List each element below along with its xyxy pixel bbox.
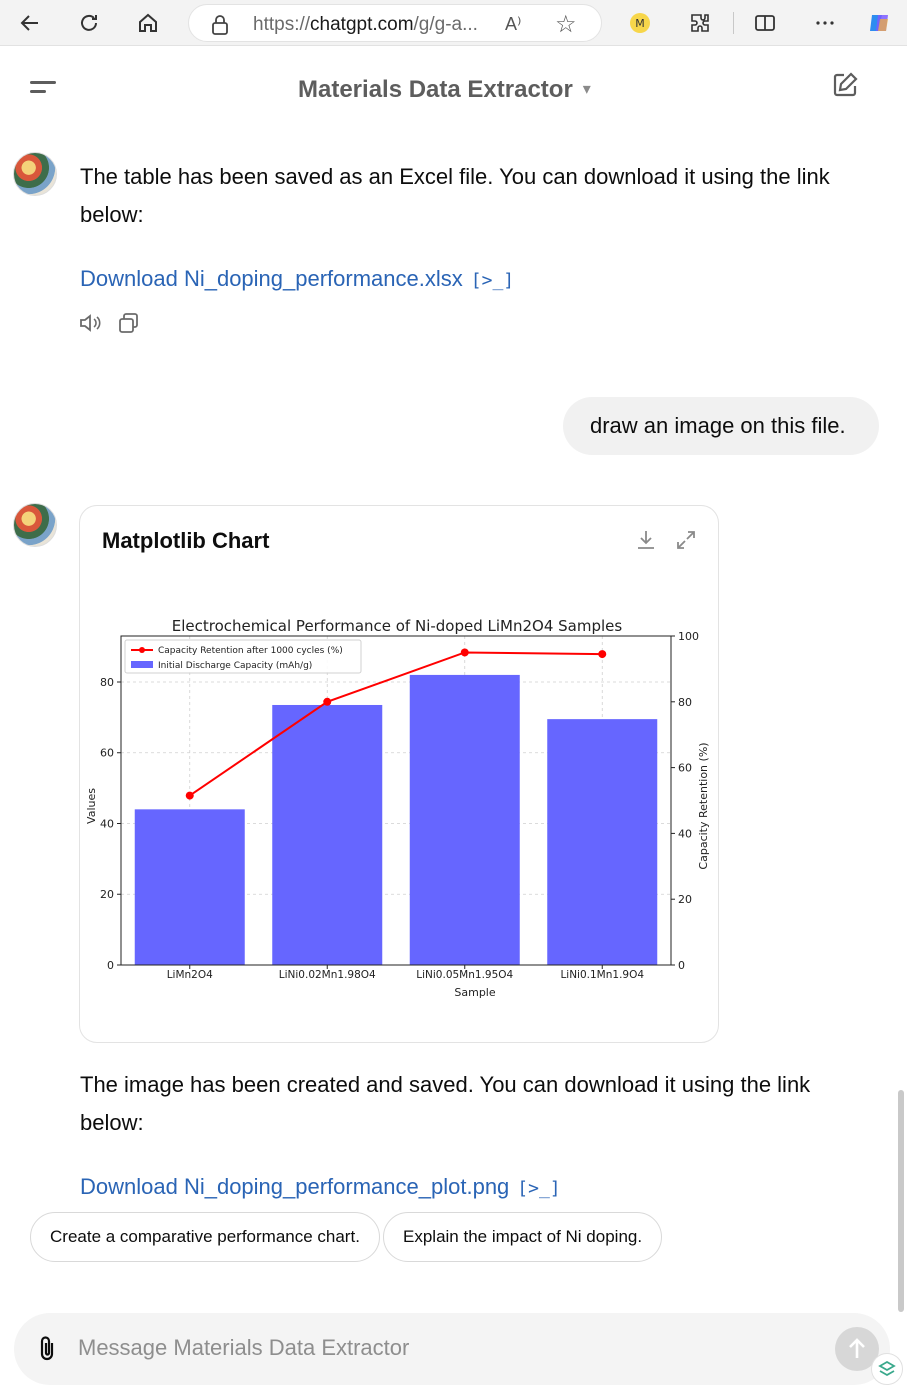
- extension-badge-icon[interactable]: M: [626, 9, 654, 37]
- read-aloud-speaker-icon[interactable]: [78, 312, 102, 334]
- code-interpreter-icon[interactable]: [>_]: [517, 1178, 560, 1199]
- legend-bar-swatch: [131, 661, 153, 668]
- message-composer[interactable]: Message Materials Data Extractor: [14, 1313, 890, 1385]
- x-tick-label: LiMn2O4: [167, 969, 213, 981]
- chart-ylabel: Values: [85, 788, 98, 824]
- scrollbar[interactable]: [898, 1090, 904, 1312]
- chart-bar: [272, 704, 383, 965]
- chart-xlabel: Sample: [454, 986, 495, 999]
- x-tick-label: LiNi0.1Mn1.9O4: [560, 969, 644, 981]
- assistant-avatar: [13, 152, 57, 196]
- download-png-link[interactable]: Download Ni_doping_performance_plot.png[…: [80, 1174, 561, 1200]
- legend-point-swatch: [139, 647, 145, 653]
- favorite-star-icon[interactable]: ☆: [555, 10, 577, 39]
- y2-tick-label: 100: [678, 630, 699, 643]
- y-tick-label: 20: [100, 888, 114, 901]
- assistant-message-text-2: The image has been created and saved. Yo…: [80, 1072, 811, 1135]
- legend-label-capacity: Initial Discharge Capacity (mAh/g): [158, 661, 312, 671]
- y2-tick-label: 40: [678, 827, 692, 840]
- chart-card: Matplotlib Chart Electrochemical Perform…: [79, 505, 719, 1043]
- assistant-message-text: The table has been saved as an Excel fil…: [80, 164, 830, 227]
- chevron-down-icon: ▾: [582, 81, 591, 98]
- compose-icon: [833, 72, 858, 97]
- toolbar-divider: [733, 12, 734, 34]
- extensions-puzzle-icon[interactable]: [686, 9, 714, 37]
- attach-paperclip-icon[interactable]: [36, 1335, 60, 1363]
- chart-bar: [547, 719, 658, 965]
- code-interpreter-icon[interactable]: [>_]: [471, 270, 514, 291]
- legend-label-retention: Capacity Retention after 1000 cycles (%): [158, 646, 343, 656]
- suggestion-chip-explain[interactable]: Explain the impact of Ni doping.: [383, 1212, 663, 1262]
- svg-text:M: M: [635, 17, 645, 30]
- browser-toolbar: https://chatgpt.com/g/g-a... A⁾ ☆ M: [0, 0, 907, 46]
- split-screen-icon[interactable]: [751, 9, 779, 37]
- y2-tick-label: 80: [678, 696, 692, 709]
- chart-y2label: Capacity Retention (%): [697, 742, 710, 869]
- retention-point: [185, 791, 194, 800]
- chart-card-title: Matplotlib Chart: [102, 528, 270, 553]
- x-tick-label: LiNi0.02Mn1.98O4: [279, 969, 376, 981]
- x-tick-label: LiNi0.05Mn1.95O4: [416, 969, 513, 981]
- y-tick-label: 0: [107, 959, 114, 972]
- gpt-title[interactable]: Materials Data Extractor ▾: [298, 76, 591, 104]
- read-aloud-icon[interactable]: A⁾: [505, 14, 521, 35]
- home-icon[interactable]: [134, 9, 162, 37]
- y-tick-label: 60: [100, 747, 114, 760]
- back-arrow-icon[interactable]: [16, 9, 44, 37]
- retention-point: [598, 650, 607, 659]
- retention-point: [460, 648, 469, 657]
- refresh-icon[interactable]: [75, 9, 103, 37]
- y-tick-label: 80: [100, 676, 114, 689]
- copy-icon[interactable]: [117, 312, 141, 334]
- more-options-icon[interactable]: [811, 9, 839, 37]
- url-text[interactable]: https://chatgpt.com/g/g-a...: [253, 14, 478, 36]
- copilot-icon[interactable]: [866, 9, 894, 37]
- new-chat-button[interactable]: [830, 70, 862, 102]
- matplotlib-chart: Electrochemical Performance of Ni-doped …: [85, 617, 710, 999]
- lock-icon: [211, 15, 229, 40]
- y2-tick-label: 60: [678, 762, 692, 775]
- sidebar-menu-button[interactable]: [30, 80, 58, 100]
- suggestion-chip-chart[interactable]: Create a comparative performance chart.: [30, 1212, 380, 1262]
- download-icon[interactable]: [634, 528, 658, 552]
- retention-line: [189, 651, 603, 797]
- expand-icon[interactable]: [674, 528, 698, 552]
- y2-tick-label: 20: [678, 893, 692, 906]
- chart-title: Electrochemical Performance of Ni-doped …: [172, 617, 623, 635]
- retention-point: [323, 697, 332, 706]
- chart-bar: [409, 674, 520, 965]
- copilot-sidebar-icon[interactable]: [871, 1353, 903, 1385]
- download-xlsx-link[interactable]: Download Ni_doping_performance.xlsx [>_]: [80, 266, 514, 292]
- user-message-bubble: draw an image on this file.: [563, 397, 879, 455]
- y-tick-label: 40: [100, 817, 114, 830]
- message-input[interactable]: Message Materials Data Extractor: [78, 1335, 409, 1361]
- assistant-avatar: [13, 503, 57, 547]
- address-bar[interactable]: https://chatgpt.com/g/g-a... A⁾ ☆: [188, 4, 602, 42]
- chart-bar: [134, 809, 245, 965]
- y2-tick-label: 0: [678, 959, 685, 972]
